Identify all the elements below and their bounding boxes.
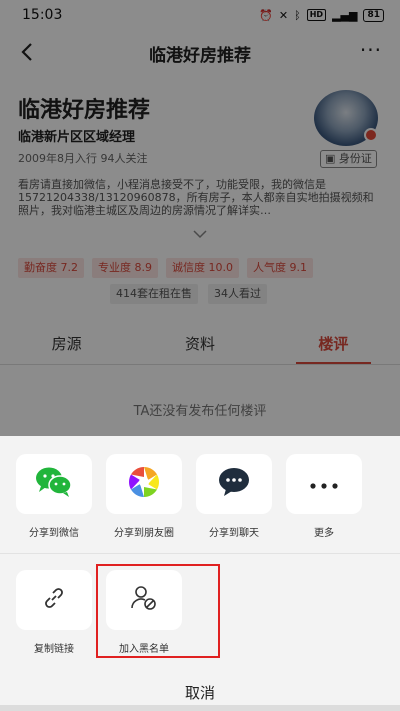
share-tile [106,454,182,514]
link-icon [40,584,68,616]
share-tile [286,454,362,514]
share-more-label: 更多 [314,528,334,539]
copy-link-button[interactable]: 复制链接 [16,570,92,655]
share-moments-label: 分享到朋友圈 [114,528,174,539]
share-options-row: 分享到微信 分享到朋友圈 分享到聊天 更多 [0,454,400,539]
home-indicator [0,705,400,711]
wechat-icon [35,466,73,502]
action-tile [16,570,92,630]
share-moments-button[interactable]: 分享到朋友圈 [106,454,182,539]
modal-overlay[interactable] [0,0,400,436]
cancel-button[interactable]: 取消 [0,682,400,702]
share-wechat-button[interactable]: 分享到微信 [16,454,92,539]
copy-link-label: 复制链接 [34,644,74,655]
chat-icon [218,467,250,501]
moments-icon [127,465,161,503]
share-tile [16,454,92,514]
share-chat-button[interactable]: 分享到聊天 [196,454,272,539]
share-chat-label: 分享到聊天 [209,528,259,539]
share-wechat-label: 分享到微信 [29,528,79,539]
highlight-annotation [96,564,220,658]
share-tile [196,454,272,514]
more-icon [309,475,339,494]
share-more-button[interactable]: 更多 [286,454,362,539]
sheet-divider [0,553,400,554]
